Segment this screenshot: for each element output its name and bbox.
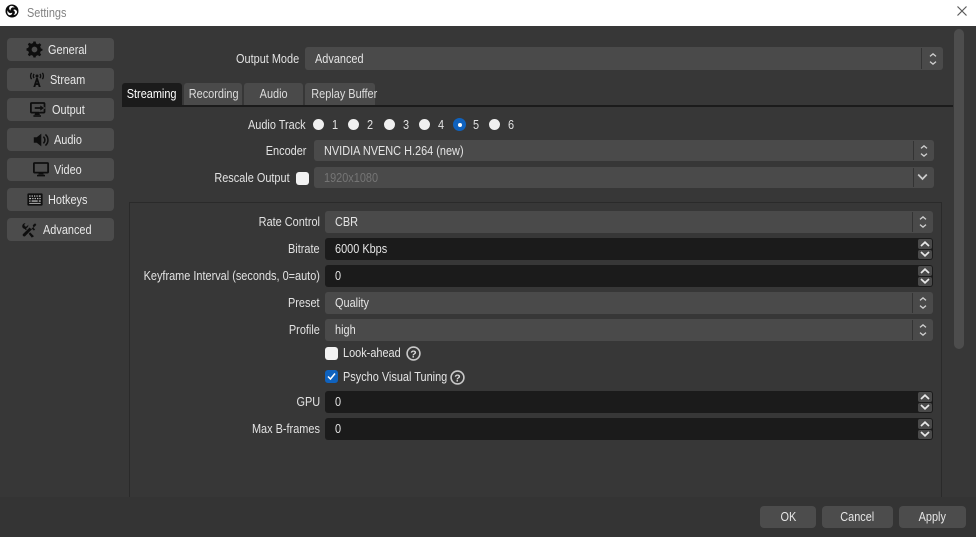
svg-text:?: ? [454,372,460,384]
svg-text:?: ? [410,348,416,360]
